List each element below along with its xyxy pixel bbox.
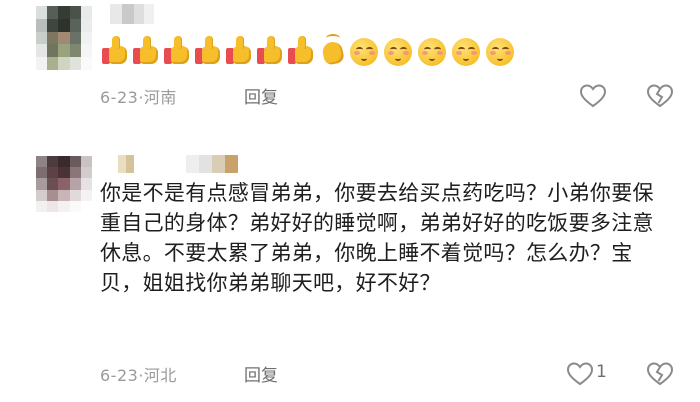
comment-location: 河南 xyxy=(143,88,177,107)
reply-button[interactable]: 回复 xyxy=(244,361,278,386)
thumbs-up-icon xyxy=(131,34,162,66)
shy-face-icon xyxy=(416,34,450,66)
avatar[interactable] xyxy=(36,6,92,70)
nickname-blurred xyxy=(186,155,238,173)
avatar[interactable] xyxy=(36,156,92,212)
shy-face-icon xyxy=(348,34,382,66)
comment-location: 河北 xyxy=(143,366,177,385)
comment-meta: 6-23·河南 xyxy=(100,84,177,108)
shy-face-icon xyxy=(450,34,484,66)
comment-date: 6-23 xyxy=(100,88,139,107)
nickname-blurred xyxy=(118,155,134,173)
comment-emoji-row xyxy=(100,32,518,68)
dislike-broken-heart-icon[interactable] xyxy=(646,83,674,109)
comment-text: 你是不是有点感冒弟弟，你要去给买点药吃吗？小弟你要保重自己的身体？弟好好的睡觉啊… xyxy=(100,181,654,295)
comment-date: 6-23 xyxy=(100,366,139,385)
dislike-broken-heart-icon[interactable] xyxy=(646,361,674,387)
reply-button[interactable]: 回复 xyxy=(244,83,278,108)
thumbs-up-icon xyxy=(193,34,224,66)
thumbs-up-icon xyxy=(286,34,317,66)
comment-meta: 6-23·河北 xyxy=(100,362,177,386)
shy-face-icon xyxy=(484,34,518,66)
thumbs-up-icon xyxy=(224,34,255,66)
thumbs-up-icon xyxy=(255,34,286,66)
like-heart-icon[interactable] xyxy=(579,83,607,109)
clapping-hands-icon xyxy=(317,34,348,66)
like-heart-icon[interactable] xyxy=(566,361,594,387)
like-count: 1 xyxy=(596,362,607,382)
nickname-blurred xyxy=(110,4,154,24)
shy-face-icon xyxy=(382,34,416,66)
comment-list: 6-23·河南 回复 你是不是有点感冒弟弟，你要去给买点药吃吗？小弟你要保重自己… xyxy=(0,0,700,402)
thumbs-up-icon xyxy=(162,34,193,66)
thumbs-up-icon xyxy=(100,34,131,66)
